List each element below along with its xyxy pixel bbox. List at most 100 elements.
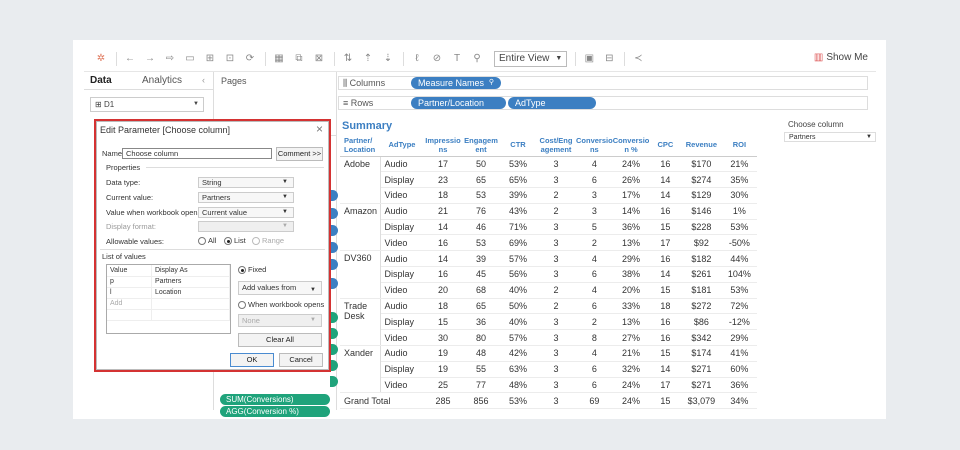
- table-cell[interactable]: 18: [424, 298, 462, 315]
- table-cell[interactable]: 14: [649, 361, 682, 378]
- allowable-all-radio[interactable]: All: [198, 236, 216, 246]
- tooltip-icon[interactable]: ⊟: [602, 52, 616, 66]
- table-cell[interactable]: 18: [649, 298, 682, 315]
- measure-pill-conversions[interactable]: SUM(Conversions): [220, 394, 330, 405]
- table-cell[interactable]: 27%: [612, 329, 650, 347]
- table-cell[interactable]: 13%: [612, 313, 650, 331]
- table-cell[interactable]: 24%: [612, 392, 650, 410]
- table-cell[interactable]: $170: [681, 156, 722, 173]
- table-cell[interactable]: 16: [649, 329, 682, 347]
- list-of-values-table[interactable]: Value Display As p Partners l Location A…: [106, 264, 231, 334]
- table-cell[interactable]: 39: [462, 250, 500, 268]
- table-cell[interactable]: 2: [576, 234, 613, 252]
- column-header[interactable]: Conversio n %: [612, 134, 650, 157]
- table-cell[interactable]: $86: [681, 313, 722, 331]
- adtype-cell[interactable]: Video: [380, 282, 424, 299]
- clear-sheet-icon[interactable]: ⊠: [312, 52, 326, 66]
- column-header[interactable]: Cost/Eng agement: [536, 134, 576, 157]
- table-row[interactable]: Video 18 53 39% 2 3 17% 14 $129 30%: [340, 187, 758, 204]
- filter-pill-stub[interactable]: [330, 225, 338, 236]
- table-cell[interactable]: 14%: [612, 203, 650, 220]
- table-cell[interactable]: 36: [462, 313, 500, 331]
- table-cell[interactable]: $228: [681, 219, 722, 236]
- table-row[interactable]: Trade Desk Audio 18 65 50% 2 6 33% 18 $272 72%: [340, 298, 758, 347]
- table-cell[interactable]: 14: [649, 266, 682, 283]
- table-cell[interactable]: 32%: [612, 361, 650, 378]
- new-worksheet-icon[interactable]: ▦: [272, 52, 286, 66]
- table-cell[interactable]: 3: [536, 329, 576, 347]
- table-cell[interactable]: 16: [649, 250, 682, 268]
- table-cell[interactable]: 16: [424, 266, 462, 283]
- table-cell[interactable]: 17: [649, 377, 682, 394]
- table-cell[interactable]: 48%: [500, 377, 536, 394]
- table-cell[interactable]: -50%: [721, 234, 758, 252]
- table-cell[interactable]: 46: [462, 219, 500, 236]
- measure-pill-stub[interactable]: [330, 312, 338, 323]
- parameter-control-select[interactable]: Partners ▼: [784, 132, 876, 142]
- clear-all-button[interactable]: Clear All: [238, 333, 322, 347]
- current-value-select[interactable]: Partners ▼: [198, 192, 294, 203]
- table-cell[interactable]: 38%: [612, 266, 650, 283]
- table-row[interactable]: Display 23 65 65% 3 6 26% 14 $274 35%: [340, 171, 758, 189]
- cancel-button[interactable]: Cancel: [279, 353, 323, 367]
- fix-axes-icon[interactable]: ⚲: [470, 52, 484, 66]
- table-cell[interactable]: 19: [424, 361, 462, 378]
- filter-pill-stub[interactable]: [330, 190, 338, 201]
- close-icon[interactable]: ×: [316, 122, 323, 136]
- add-values-from-button[interactable]: Add values from ▼: [238, 281, 322, 295]
- table-cell[interactable]: 104%: [721, 266, 758, 283]
- table-cell[interactable]: 3: [536, 171, 576, 189]
- tab-data[interactable]: Data: [84, 72, 136, 89]
- column-header[interactable]: CTR: [500, 134, 536, 157]
- fixed-radio[interactable]: Fixed: [238, 265, 266, 275]
- table-row[interactable]: Video 16 53 69% 3 2 13% 17 $92 -50%: [340, 234, 758, 252]
- table-cell[interactable]: 34%: [721, 392, 758, 410]
- collapse-icon[interactable]: ‹: [202, 72, 205, 89]
- table-cell[interactable]: 65: [462, 298, 500, 315]
- list-row[interactable]: p Partners: [107, 276, 231, 288]
- table-cell[interactable]: 16: [649, 203, 682, 220]
- column-header[interactable]: AdType: [380, 134, 424, 157]
- labels-icon[interactable]: T: [450, 52, 464, 66]
- table-cell[interactable]: 3: [536, 156, 576, 173]
- table-cell[interactable]: 71%: [500, 219, 536, 236]
- table-cell[interactable]: 30: [424, 329, 462, 347]
- table-cell[interactable]: 41%: [721, 345, 758, 362]
- table-cell[interactable]: 19: [424, 345, 462, 362]
- table-cell[interactable]: 2: [536, 203, 576, 220]
- table-cell[interactable]: 50: [462, 156, 500, 173]
- table-row[interactable]: Display 15 36 40% 3 2 13% 16 $86 -12%: [340, 313, 758, 331]
- duplicate-sheet-icon[interactable]: ⧉: [292, 52, 306, 66]
- table-cell[interactable]: 29%: [721, 329, 758, 347]
- table-cell[interactable]: 6: [576, 171, 613, 189]
- adtype-cell[interactable]: Display: [380, 171, 424, 189]
- table-cell[interactable]: 3: [536, 377, 576, 394]
- table-cell[interactable]: -12%: [721, 313, 758, 331]
- name-field[interactable]: Choose column: [122, 148, 272, 159]
- table-cell[interactable]: $271: [681, 377, 722, 394]
- table-cell[interactable]: 25: [424, 377, 462, 394]
- partner-cell[interactable]: Trade Desk: [340, 298, 381, 347]
- table-cell[interactable]: 285: [424, 392, 462, 410]
- table-cell[interactable]: 1%: [721, 203, 758, 220]
- table-row[interactable]: Video 25 77 48% 3 6 24% 17 $271 36%: [340, 377, 758, 394]
- table-cell[interactable]: 43%: [500, 203, 536, 220]
- sort-descending-icon[interactable]: ⇣: [381, 52, 395, 66]
- table-cell[interactable]: 3: [576, 187, 613, 204]
- table-cell[interactable]: 60%: [721, 361, 758, 378]
- table-cell[interactable]: 15: [649, 219, 682, 236]
- table-cell[interactable]: $92: [681, 234, 722, 252]
- table-cell[interactable]: 4: [576, 250, 613, 268]
- rows-pill-partner-location[interactable]: Partner/Location: [411, 97, 506, 109]
- share-icon[interactable]: ≺: [631, 52, 645, 66]
- table-cell[interactable]: 69%: [500, 234, 536, 252]
- column-header[interactable]: Partner/ Location: [340, 134, 380, 157]
- adtype-cell[interactable]: Display: [380, 313, 424, 331]
- table-cell[interactable]: 29%: [612, 250, 650, 268]
- adtype-cell[interactable]: Display: [380, 266, 424, 283]
- group-icon[interactable]: ⊘: [430, 52, 444, 66]
- measure-pill-stub[interactable]: [330, 360, 338, 371]
- column-header[interactable]: CPC: [649, 134, 682, 157]
- table-cell[interactable]: 20%: [612, 282, 650, 299]
- column-header[interactable]: Conversio ns: [576, 134, 613, 157]
